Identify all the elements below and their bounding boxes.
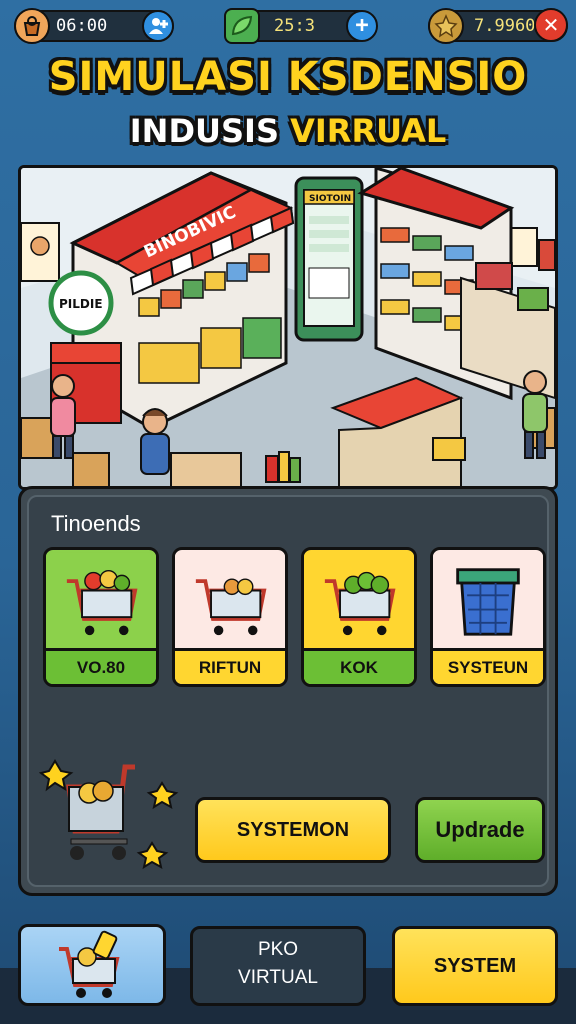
trend-card-4[interactable]: SYSTEUN <box>430 547 546 687</box>
add-leaf-button[interactable]: + <box>346 10 378 42</box>
panel-inner: Tinoends VO.80 RIFTUN KOK SYSTEUN SYSTEM… <box>27 495 549 887</box>
cart-tab-button[interactable] <box>18 924 166 1006</box>
close-button[interactable]: ✕ <box>534 8 568 42</box>
trend-card-3[interactable]: KOK <box>301 547 417 687</box>
subtitle-word-1: INDUSIS <box>129 112 279 150</box>
panel-title: Tinoends <box>51 511 141 536</box>
trend-card-1-label: VO.80 <box>46 648 156 684</box>
pko-virtual-line-2: VIRTUAL <box>238 967 318 988</box>
trends-panel: Tinoends VO.80 RIFTUN KOK SYSTEUN SYSTEM… <box>18 486 558 896</box>
leaf-value: 25:3 <box>274 16 315 36</box>
gold-value: 7.9960 <box>474 16 536 36</box>
bag-icon <box>14 8 50 44</box>
subtitle-word-2: VIRRUAL <box>290 112 447 150</box>
close-icon: ✕ <box>542 13 560 37</box>
cart-icon <box>59 930 120 998</box>
upgrade-button[interactable]: Updrade <box>415 797 545 863</box>
user-plus-icon <box>149 18 168 34</box>
star-icon <box>136 841 169 870</box>
pko-virtual-line-1: PKO <box>257 939 299 960</box>
crate-icon <box>433 552 543 650</box>
trend-card-2[interactable]: RIFTUN <box>172 547 288 687</box>
trend-card-4-label: SYSTEUN <box>433 648 543 684</box>
cart-icon <box>304 552 414 650</box>
pko-virtual-button[interactable]: PKO VIRTUAL <box>190 926 366 1006</box>
store-illustration: BINOBIVIC SIOTOIN PILDIE <box>21 168 555 487</box>
top-hud: 06:00 25:3 + 7.9960 ✕ <box>8 6 568 46</box>
trend-card-2-label: RIFTUN <box>175 648 285 684</box>
game-title: SIMULASI KSDENSIO <box>48 54 528 100</box>
cart-icon <box>175 552 285 650</box>
add-time-button[interactable] <box>142 10 174 42</box>
time-value: 06:00 <box>56 16 108 36</box>
trend-card-3-label: KOK <box>304 648 414 684</box>
booth-sign: PILDIE <box>59 297 103 311</box>
star-icon <box>146 781 179 810</box>
trend-card-1[interactable]: VO.80 <box>43 547 159 687</box>
phone-header: SIOTOIN <box>309 194 351 204</box>
time-pill: 06:00 <box>14 8 174 44</box>
leaf-icon <box>224 8 260 44</box>
gold-icon <box>428 8 464 44</box>
featured-cart <box>39 759 179 870</box>
cart-icon <box>46 552 156 650</box>
store-scene[interactable]: BINOBIVIC SIOTOIN PILDIE <box>18 165 558 490</box>
plus-icon: + <box>355 13 369 38</box>
systemon-button[interactable]: SYSTEMON <box>195 797 391 863</box>
system-button[interactable]: SYSTEM <box>392 926 558 1006</box>
leaf-pill: 25:3 + <box>224 8 378 44</box>
game-subtitle: INDUSIS VIRRUAL <box>0 112 576 150</box>
clerk-center <box>140 408 170 475</box>
